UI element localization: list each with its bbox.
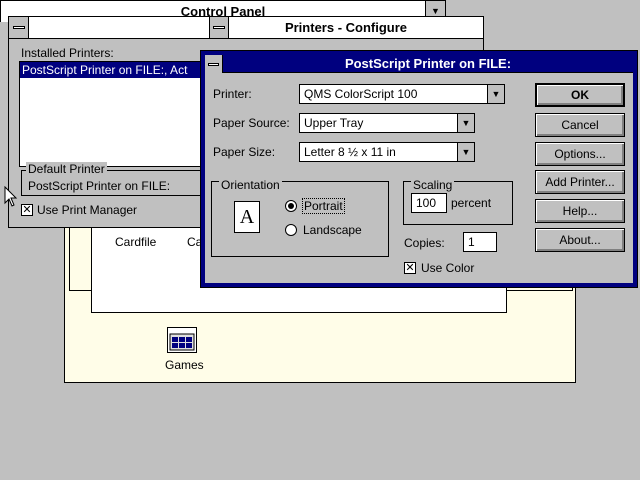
paper-size-value: Letter 8 ½ x 11 in xyxy=(304,145,396,159)
copies-label: Copies: xyxy=(404,236,445,250)
dialog-system-menu-icon[interactable] xyxy=(205,55,223,73)
printers-inner-sysbox[interactable] xyxy=(209,17,229,38)
printer-dropdown-arrow-icon[interactable]: ▼ xyxy=(487,85,504,103)
use-print-manager-label: Use Print Manager xyxy=(37,203,138,217)
scaling-group-label: Scaling xyxy=(411,178,455,192)
portrait-label: Portrait xyxy=(302,198,345,214)
landscape-label: Landscape xyxy=(303,223,362,237)
printers-system-menu-icon[interactable] xyxy=(9,17,29,38)
ok-button[interactable]: OK xyxy=(535,83,625,107)
options-button[interactable]: Options... xyxy=(535,142,625,166)
copies-input[interactable]: 1 xyxy=(463,232,497,252)
portrait-radio-icon[interactable] xyxy=(285,200,297,212)
cancel-button[interactable]: Cancel xyxy=(535,113,625,137)
scaling-unit-label: percent xyxy=(451,196,492,210)
landscape-radio-icon[interactable] xyxy=(285,224,297,236)
printers-title: Printers - Configure xyxy=(284,20,408,35)
installed-printers-label: Installed Printers: xyxy=(21,46,114,60)
add-printer-button[interactable]: Add Printer... xyxy=(535,170,625,194)
printer-label: Printer: xyxy=(213,87,252,101)
about-button[interactable]: About... xyxy=(535,228,625,252)
use-color-checkbox[interactable]: ✕ Use Color xyxy=(404,261,474,275)
help-button[interactable]: Help... xyxy=(535,199,625,223)
paper-size-dropdown-arrow-icon[interactable]: ▼ xyxy=(457,143,474,161)
paper-source-value: Upper Tray xyxy=(304,116,364,130)
use-print-manager-checkbox[interactable]: ✕ Use Print Manager xyxy=(21,203,137,217)
portrait-radio[interactable]: Portrait xyxy=(285,198,345,214)
paper-size-label: Paper Size: xyxy=(213,145,276,159)
installed-printer-item[interactable]: PostScript Printer on FILE:, Act xyxy=(20,62,218,78)
use-print-manager-check-icon[interactable]: ✕ xyxy=(21,204,33,216)
installed-printers-list[interactable]: PostScript Printer on FILE:, Act xyxy=(19,61,219,167)
scaling-input[interactable]: 100 xyxy=(411,193,447,213)
dialog-title: PostScript Printer on FILE: xyxy=(344,56,512,71)
printer-select[interactable]: QMS ColorScript 100 ▼ xyxy=(299,84,505,104)
use-color-label: Use Color xyxy=(421,261,475,275)
orientation-preview-icon: A xyxy=(234,201,260,233)
games-icon[interactable] xyxy=(167,327,197,353)
cardfile-icon-label[interactable]: Cardfile xyxy=(115,235,156,249)
mouse-cursor-icon xyxy=(4,185,18,211)
use-color-check-icon[interactable]: ✕ xyxy=(404,262,416,274)
paper-source-select[interactable]: Upper Tray ▼ xyxy=(299,113,475,133)
paper-size-select[interactable]: Letter 8 ½ x 11 in ▼ xyxy=(299,142,475,162)
paper-source-label: Paper Source: xyxy=(213,116,290,130)
printer-select-value: QMS ColorScript 100 xyxy=(304,87,418,101)
postscript-dialog: PostScript Printer on FILE: Printer: QMS… xyxy=(200,50,638,288)
games-icon-label[interactable]: Games xyxy=(165,358,204,372)
paper-source-dropdown-arrow-icon[interactable]: ▼ xyxy=(457,114,474,132)
landscape-radio[interactable]: Landscape xyxy=(285,223,362,237)
orientation-group-label: Orientation xyxy=(219,178,282,192)
default-printer-group-label: Default Printer xyxy=(26,162,107,176)
default-printer-value: PostScript Printer on FILE: xyxy=(28,179,171,193)
